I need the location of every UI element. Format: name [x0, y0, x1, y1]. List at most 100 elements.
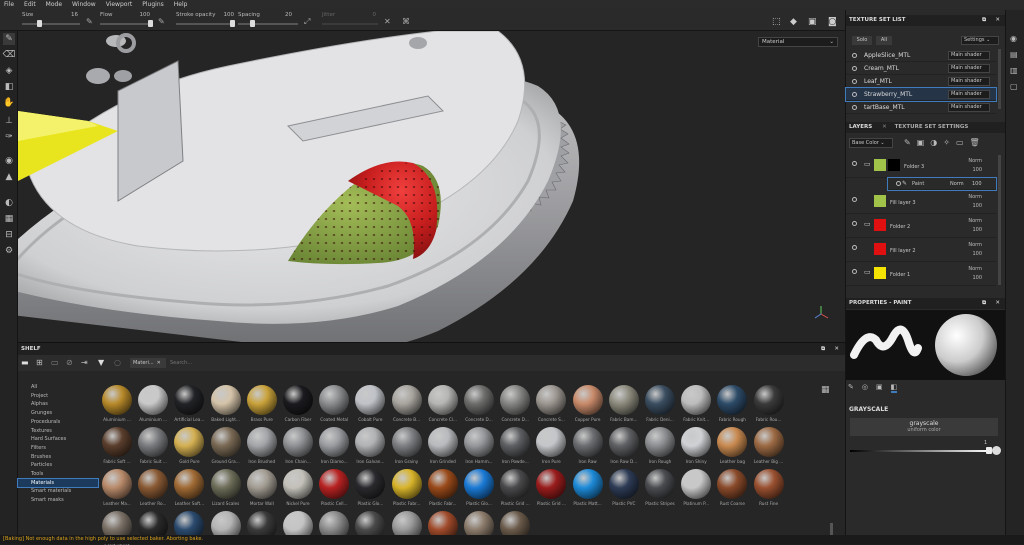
material-tab-icon[interactable]: ◧: [890, 383, 898, 393]
layer-row[interactable]: Fill layer 2 Norm 100: [846, 239, 996, 262]
color-picker-swatch[interactable]: [992, 446, 1001, 455]
material-tile[interactable]: Fabric Bam...: [607, 385, 641, 429]
geometry-fill-icon[interactable]: ◧: [3, 81, 15, 93]
color-picker-icon[interactable]: ✑: [3, 131, 15, 143]
shelf-category-brushes[interactable]: Brushes: [18, 453, 98, 461]
solo-button[interactable]: Solo: [852, 36, 872, 45]
material-tile[interactable]: Leather bag: [715, 427, 749, 471]
layers-scrollbar[interactable]: [998, 155, 1001, 285]
stencil-tab-icon[interactable]: ▣: [876, 383, 883, 393]
hide-icon[interactable]: ⊘: [66, 358, 73, 367]
tab-layers[interactable]: LAYERS: [849, 124, 872, 130]
maximize-icon[interactable]: ⧉: [821, 343, 825, 355]
texture-set-list-icon[interactable]: ◉: [1010, 34, 1017, 43]
pen-pressure-icon[interactable]: ✎: [86, 17, 93, 26]
material-tile[interactable]: Copper Pure: [571, 385, 605, 429]
grayscale-value[interactable]: 1: [984, 440, 987, 446]
flow-slider-knob[interactable]: [148, 20, 153, 27]
close-icon[interactable]: ✕: [995, 15, 1000, 26]
stroke-opacity-knob[interactable]: [230, 20, 235, 27]
grid-view-icon[interactable]: ▦: [821, 385, 830, 395]
material-tile[interactable]: Fabric Suit ...: [136, 427, 170, 471]
material-tile[interactable]: Fabric Soft ...: [100, 427, 134, 471]
layer-name[interactable]: Fill layer 3: [890, 200, 916, 206]
shelf-category-tools[interactable]: Tools: [18, 470, 98, 478]
tab-texture-set-settings[interactable]: TEXTURE SET SETTINGS: [895, 124, 969, 130]
material-tile[interactable]: Plastic Fabr...: [426, 469, 460, 513]
layer-blend[interactable]: Norm: [968, 242, 982, 248]
eye-icon[interactable]: [852, 104, 857, 110]
display-settings-icon[interactable]: ▢: [1010, 82, 1018, 91]
material-tile[interactable]: Iron Grinded: [426, 427, 460, 471]
uv-icon[interactable]: ⊟: [3, 229, 15, 241]
layer-opacity[interactable]: 100: [972, 251, 982, 257]
flow-slider[interactable]: [100, 23, 152, 25]
layer-opacity[interactable]: 100: [972, 167, 982, 173]
close-icon[interactable]: ✕: [834, 343, 839, 355]
eye-icon[interactable]: [852, 245, 857, 250]
layer-row[interactable]: Fill layer 3 Norm 100: [846, 191, 996, 214]
material-tile[interactable]: Plastic Glo...: [353, 469, 387, 513]
menu-help[interactable]: Help: [174, 1, 188, 8]
shelf-category-grunges[interactable]: Grunges: [18, 409, 98, 417]
material-tile[interactable]: Plastic PVC: [607, 469, 641, 513]
lazy-mouse-icon[interactable]: ✕: [384, 17, 391, 26]
size-slider-knob[interactable]: [37, 20, 42, 27]
layer-name[interactable]: Folder 2: [890, 224, 910, 230]
shelf-category-materials[interactable]: Materials: [17, 477, 99, 488]
all-button[interactable]: All: [876, 36, 892, 45]
jitter-slider[interactable]: [322, 23, 378, 25]
shelf-category-all[interactable]: All: [18, 383, 98, 391]
spacing-slider-knob[interactable]: [250, 20, 255, 27]
bake-icon[interactable]: ◉: [3, 155, 15, 167]
shelf-category-filters[interactable]: Filters: [18, 444, 98, 452]
shader-dropdown[interactable]: Main shader: [948, 90, 990, 99]
import-icon[interactable]: ▭: [51, 358, 59, 367]
display-2d-icon[interactable]: ▣: [808, 17, 817, 27]
viewport-display-dropdown[interactable]: Material ⌄: [758, 37, 838, 47]
material-tile[interactable]: Iron Rough: [643, 427, 677, 471]
eye-icon[interactable]: [852, 65, 857, 71]
eye-icon[interactable]: [896, 181, 901, 186]
material-tile[interactable]: Iron Grainy: [390, 427, 424, 471]
material-tile[interactable]: Iron Brushed: [245, 427, 279, 471]
layer-name[interactable]: Folder 3: [904, 164, 924, 170]
layer-name[interactable]: Folder 1: [890, 272, 910, 278]
shelf-search-input[interactable]: [170, 358, 470, 368]
smudge-icon[interactable]: ✋: [3, 97, 15, 109]
shader-dropdown[interactable]: Main shader: [948, 64, 990, 73]
shader-dropdown[interactable]: Main shader: [948, 51, 990, 60]
material-tile[interactable]: Mortar Wall: [245, 469, 279, 513]
material-tile[interactable]: Fabric Knit...: [679, 385, 713, 429]
alpha-tab-icon[interactable]: ◎: [862, 383, 868, 393]
material-tile[interactable]: Brass Pure: [245, 385, 279, 429]
layer-blend[interactable]: Norm: [968, 218, 982, 224]
material-tile[interactable]: Plastic Cell...: [317, 469, 351, 513]
eye-icon[interactable]: [852, 52, 857, 58]
layer-row[interactable]: ▭ Folder 2 Norm 100: [846, 215, 996, 238]
add-folder-icon[interactable]: ▭: [956, 138, 964, 147]
add-effect-icon[interactable]: ✧: [943, 138, 950, 147]
jitter-value[interactable]: 0: [362, 12, 377, 18]
material-tile[interactable]: Gold Pure: [172, 427, 206, 471]
stroke-opacity-slider[interactable]: [176, 23, 234, 25]
material-tile[interactable]: Concrete B...: [390, 385, 424, 429]
texture-set-row[interactable]: Cream_MTL Main shader: [846, 62, 996, 75]
layers-icon[interactable]: ▤: [1010, 50, 1018, 59]
material-tile[interactable]: Baked Light...: [209, 385, 243, 429]
channel-dropdown[interactable]: Base Color ⌄: [849, 138, 893, 148]
layer-blend[interactable]: Norm: [968, 194, 982, 200]
layer-opacity[interactable]: 100: [972, 181, 982, 187]
shelf-category-smart-masks[interactable]: Smart masks: [18, 496, 98, 504]
material-tile[interactable]: Rust Coarse: [715, 469, 749, 513]
material-tile[interactable]: Fabric Deni...: [643, 385, 677, 429]
material-tile[interactable]: Iron Raw: [571, 427, 605, 471]
add-mask-icon[interactable]: ◑: [930, 138, 937, 147]
layer-blend[interactable]: Norm: [968, 266, 982, 272]
material-tile[interactable]: Plastic Glo...: [462, 469, 496, 513]
shelf-category-smart-materials[interactable]: Smart materials: [18, 487, 98, 495]
layer-row[interactable]: ▭ Folder 3 Norm 100: [846, 155, 996, 178]
add-paint-layer-icon[interactable]: ✎: [904, 138, 911, 147]
camera-frame-icon[interactable]: ⬚: [772, 17, 781, 27]
search-icon[interactable]: ○: [114, 358, 121, 367]
